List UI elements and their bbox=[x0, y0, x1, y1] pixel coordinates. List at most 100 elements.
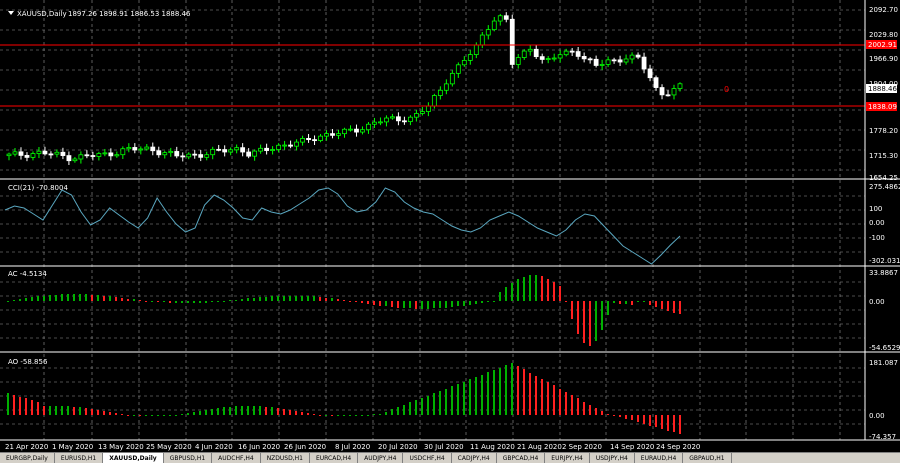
candle-body bbox=[66, 155, 72, 162]
ao-bar bbox=[595, 408, 597, 415]
candle-body bbox=[330, 133, 335, 136]
candle-body bbox=[30, 153, 36, 158]
ac-bar bbox=[463, 301, 465, 306]
candle-body bbox=[557, 54, 563, 59]
candle-body bbox=[54, 151, 60, 155]
candle-body bbox=[6, 153, 12, 157]
candle-body bbox=[533, 48, 539, 58]
candle-body bbox=[665, 94, 671, 97]
ao-bar bbox=[457, 384, 459, 415]
price-axis-tick-label: 2029.80 bbox=[869, 31, 898, 39]
ac-bar bbox=[595, 301, 597, 341]
ao-axis-tick-label: 181.087 bbox=[869, 359, 898, 367]
ac-bar bbox=[259, 297, 261, 301]
candle-body bbox=[240, 147, 246, 153]
ac-bar bbox=[415, 301, 417, 309]
ao-axis-tick-label: 0.00 bbox=[869, 412, 885, 420]
ac-bar bbox=[349, 301, 351, 302]
ac-bar bbox=[229, 300, 231, 301]
time-axis-tick-label: 2 Sep 2020 bbox=[562, 443, 602, 451]
candle-body bbox=[306, 138, 311, 141]
chart-menu-arrow-icon[interactable] bbox=[8, 11, 14, 15]
price-axis-tick-label: 1654.25 bbox=[869, 174, 898, 182]
ac-bar bbox=[325, 298, 327, 301]
ac-bar bbox=[307, 296, 309, 301]
ac-bar bbox=[151, 301, 153, 302]
ac-pane[interactable]: AC -4.5134 bbox=[7, 270, 681, 346]
candle-body bbox=[210, 148, 216, 156]
ao-bar bbox=[379, 414, 381, 415]
ao-bar bbox=[265, 407, 267, 415]
ac-bar bbox=[211, 301, 213, 302]
candle-body bbox=[635, 54, 641, 58]
cci-axis-tick-label: -302.0316 bbox=[869, 257, 900, 265]
candle-body bbox=[156, 150, 162, 156]
ac-bar bbox=[235, 300, 237, 301]
ac-bar bbox=[625, 301, 627, 304]
candle-body bbox=[162, 152, 168, 156]
ao-bar bbox=[667, 415, 669, 431]
candle-body bbox=[216, 148, 222, 151]
ao-bar bbox=[331, 415, 333, 416]
ao-bar bbox=[655, 415, 657, 427]
price-pane[interactable]: 0 XAUUSD,Daily 1897.26 1898.91 1886.53 1… bbox=[0, 10, 865, 166]
ao-bar bbox=[397, 407, 399, 415]
cci-line bbox=[4, 187, 681, 265]
ao-bar bbox=[631, 415, 633, 420]
ac-title: AC -4.5134 bbox=[8, 270, 47, 278]
ac-bar bbox=[319, 297, 321, 301]
ac-bar bbox=[13, 300, 15, 301]
ao-bar bbox=[295, 411, 297, 415]
ao-bar bbox=[61, 406, 63, 415]
ao-bar bbox=[241, 406, 243, 415]
candle-body bbox=[605, 59, 611, 65]
ac-bar bbox=[343, 300, 345, 301]
ao-bar bbox=[673, 415, 675, 432]
candle-body bbox=[491, 20, 497, 31]
ac-bar bbox=[313, 296, 315, 301]
ao-bar bbox=[289, 410, 291, 415]
ao-bar bbox=[421, 398, 423, 415]
price-axis-tick-label: 1778.20 bbox=[869, 127, 898, 135]
candle-body bbox=[276, 144, 281, 150]
ao-bar bbox=[523, 369, 525, 415]
ao-bar bbox=[85, 408, 87, 415]
ao-bar bbox=[205, 410, 207, 415]
candle-body bbox=[527, 48, 533, 52]
ao-bar bbox=[565, 392, 567, 415]
ac-bar bbox=[79, 294, 81, 301]
trading-chart[interactable]: 0 XAUUSD,Daily 1897.26 1898.91 1886.53 1… bbox=[0, 0, 900, 462]
candle-body bbox=[180, 155, 186, 158]
ao-bar bbox=[403, 405, 405, 415]
ao-bar bbox=[121, 414, 123, 415]
ac-bar bbox=[619, 301, 621, 304]
candle-body bbox=[413, 113, 419, 118]
ao-bar bbox=[607, 414, 609, 415]
candle-body bbox=[551, 57, 557, 60]
candle-body bbox=[360, 129, 365, 133]
ac-bar bbox=[529, 275, 531, 301]
ao-bar bbox=[211, 409, 213, 415]
ac-bar bbox=[181, 301, 183, 303]
ao-bar bbox=[409, 402, 411, 415]
ac-bar bbox=[127, 299, 129, 301]
candle-body bbox=[599, 63, 605, 66]
candle-body bbox=[671, 88, 677, 96]
candle-body bbox=[264, 147, 270, 151]
ao-bar bbox=[277, 408, 279, 415]
cci-axis-ticks: 275.4862 100 0.00 -100 -302.0316 bbox=[869, 183, 900, 265]
ac-bar bbox=[583, 301, 585, 343]
ao-bar bbox=[193, 412, 195, 415]
ao-axis-tick-label: -74.357 bbox=[869, 433, 896, 441]
candle-body bbox=[677, 83, 683, 89]
ac-bar bbox=[445, 301, 447, 308]
ac-bar bbox=[505, 287, 507, 301]
candle-body bbox=[234, 147, 240, 151]
ao-bar bbox=[583, 402, 585, 415]
candle-body bbox=[42, 150, 48, 155]
ao-bar bbox=[157, 415, 159, 416]
candle-body bbox=[390, 116, 395, 119]
ao-bar bbox=[103, 411, 105, 415]
candle-body bbox=[150, 146, 156, 152]
ao-bar bbox=[511, 363, 513, 415]
